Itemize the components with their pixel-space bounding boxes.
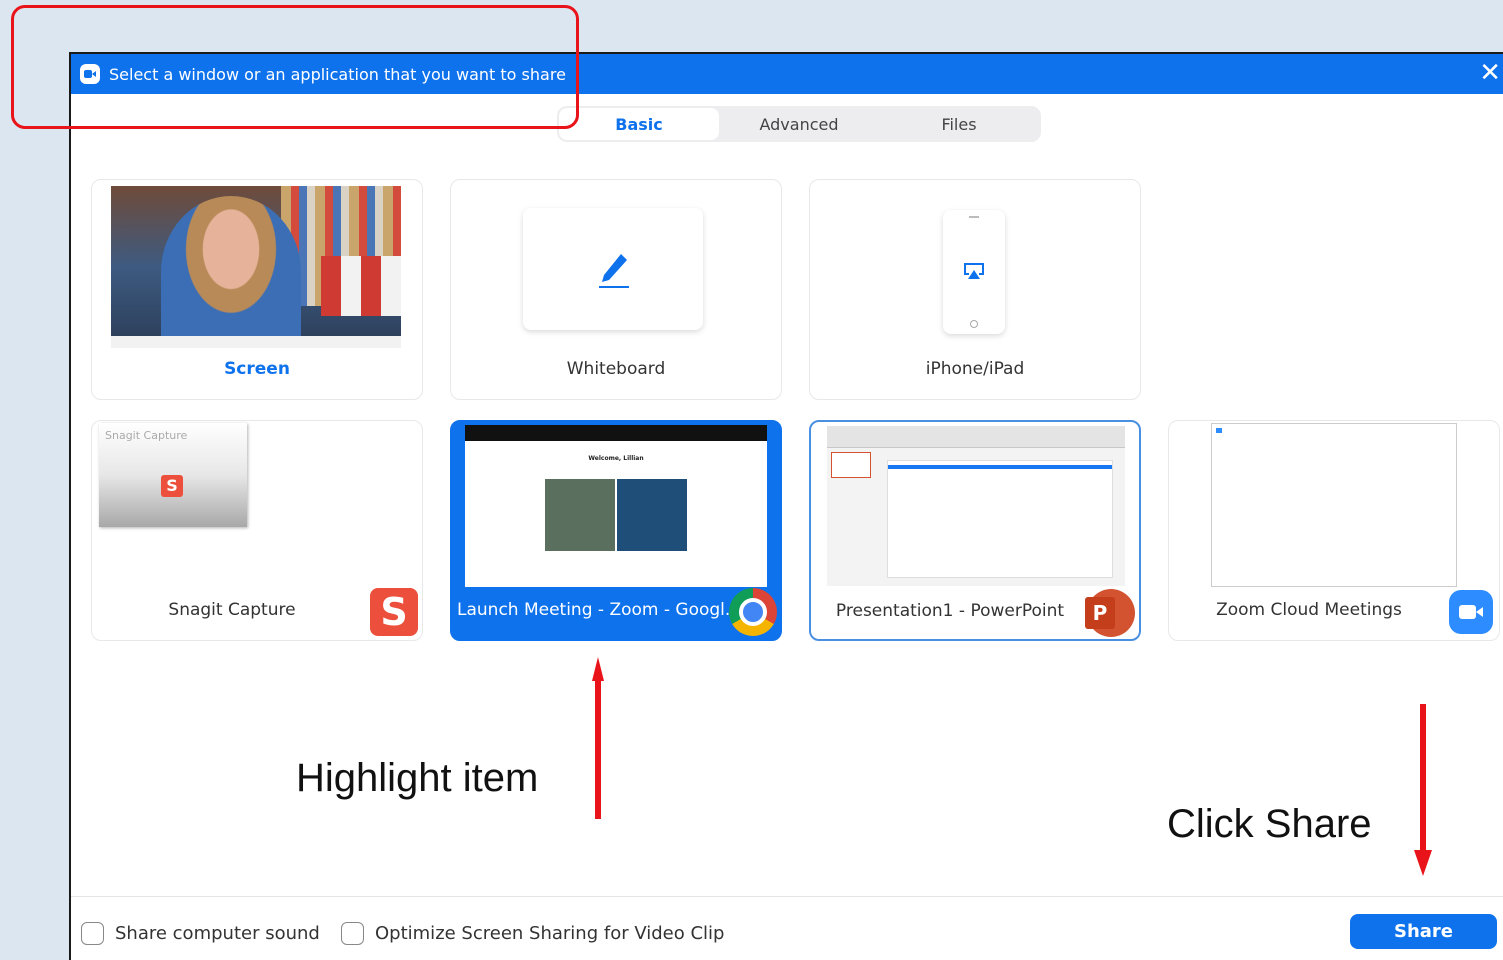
snagit-logo-icon: S bbox=[161, 475, 183, 497]
share-item-whiteboard[interactable]: Whiteboard bbox=[450, 179, 782, 400]
zoom-app-icon bbox=[1449, 590, 1493, 634]
tab-bar: Basic Advanced Files bbox=[557, 106, 1041, 142]
thumb-heading: Welcome, Lillian bbox=[588, 455, 644, 462]
chrome-app-icon bbox=[729, 588, 777, 636]
dialog-footer: Share computer sound Optimize Screen Sha… bbox=[71, 896, 1503, 960]
share-item-zoom-cloud[interactable]: Zoom Cloud Meetings bbox=[1168, 420, 1500, 641]
whiteboard-thumbnail bbox=[523, 208, 703, 330]
share-sound-checkbox[interactable]: Share computer sound bbox=[81, 922, 320, 945]
powerpoint-thumbnail bbox=[827, 426, 1125, 586]
annotation-click-share-text: Click Share bbox=[1167, 802, 1372, 846]
checkbox-label: Share computer sound bbox=[115, 923, 320, 944]
pencil-icon bbox=[599, 254, 629, 288]
share-item-iphone-ipad[interactable]: iPhone/iPad bbox=[809, 179, 1141, 400]
zoom-window-thumbnail bbox=[1211, 423, 1457, 587]
tab-basic[interactable]: Basic bbox=[559, 108, 719, 140]
snagit-thumbnail: Snagit Capture S bbox=[99, 423, 247, 527]
share-item-snagit[interactable]: Snagit Capture S Snagit Capture S bbox=[91, 420, 423, 641]
tab-advanced[interactable]: Advanced bbox=[719, 108, 879, 140]
checkbox-label: Optimize Screen Sharing for Video Clip bbox=[375, 923, 725, 944]
close-icon[interactable]: ✕ bbox=[1479, 58, 1501, 88]
arrow-down-icon bbox=[1414, 704, 1432, 876]
screen-thumbnail bbox=[111, 186, 401, 348]
airplay-icon bbox=[964, 263, 984, 279]
browser-thumbnail: Welcome, Lillian bbox=[465, 425, 767, 587]
share-item-label: Whiteboard bbox=[566, 359, 666, 379]
share-item-powerpoint[interactable]: Presentation1 - PowerPoint P bbox=[809, 420, 1141, 641]
snagit-app-icon: S bbox=[370, 588, 418, 636]
powerpoint-app-icon: P bbox=[1085, 589, 1135, 637]
checkbox-icon[interactable] bbox=[81, 922, 104, 945]
share-item-label: iPhone/iPad bbox=[925, 359, 1025, 379]
annotation-highlight-text: Highlight item bbox=[296, 756, 539, 800]
share-button[interactable]: Share bbox=[1350, 914, 1497, 949]
annotation-highlight-box bbox=[11, 5, 579, 129]
share-item-chrome[interactable]: Welcome, Lillian Launch Meeting - Zoom -… bbox=[450, 420, 782, 641]
phone-thumbnail bbox=[943, 210, 1005, 334]
thumb-title: Snagit Capture bbox=[105, 429, 188, 442]
checkbox-icon[interactable] bbox=[341, 922, 364, 945]
share-item-screen[interactable]: Screen bbox=[91, 179, 423, 400]
tab-files[interactable]: Files bbox=[879, 108, 1039, 140]
arrow-up-icon bbox=[592, 657, 604, 819]
optimize-video-checkbox[interactable]: Optimize Screen Sharing for Video Clip bbox=[341, 922, 724, 945]
share-item-label: Screen bbox=[224, 359, 290, 379]
